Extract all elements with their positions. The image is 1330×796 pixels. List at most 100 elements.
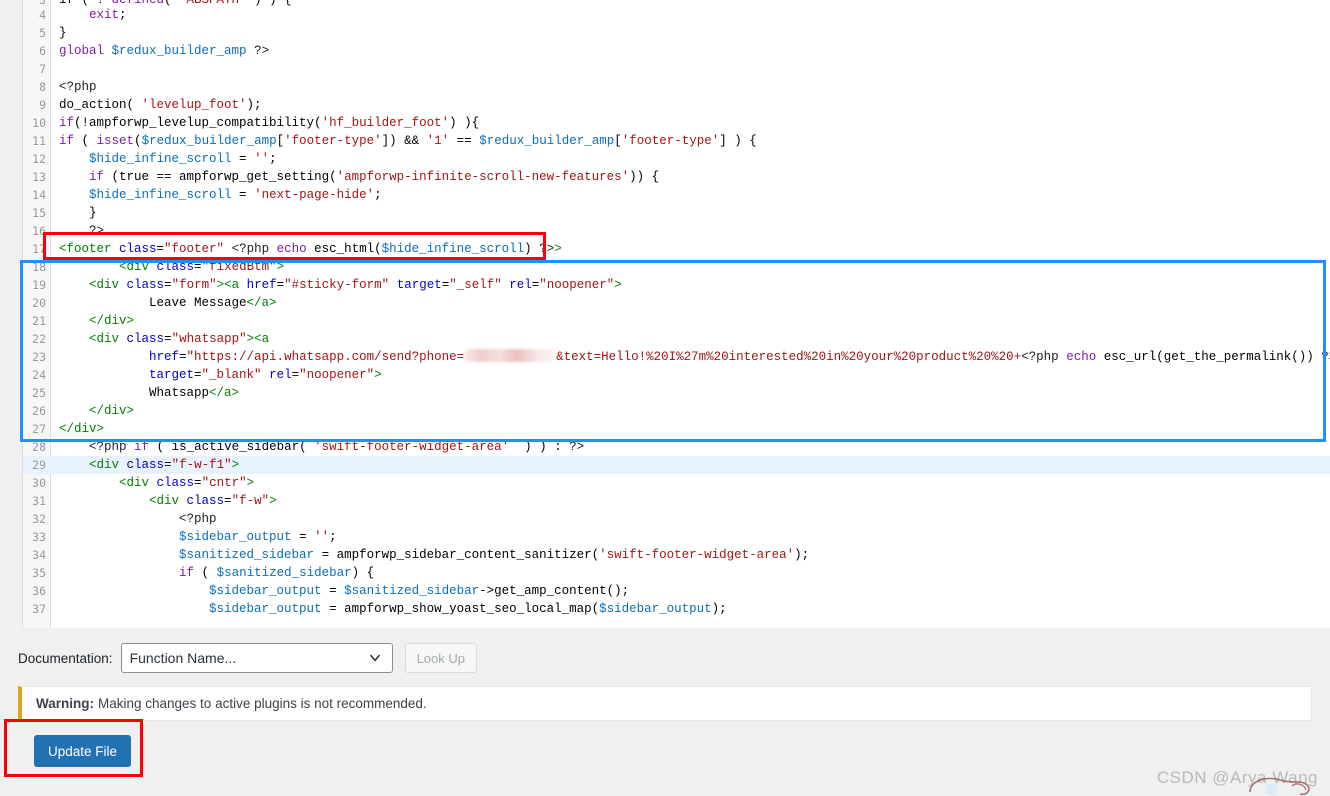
code-line[interactable]: 10 if(!ampforwp_levelup_compatibility('hf…	[23, 114, 1330, 132]
code-line[interactable]: 31 <div class="f-w">	[23, 492, 1330, 510]
code-line[interactable]: 13 if (true == ampforwp_get_setting('amp…	[23, 168, 1330, 186]
code-line[interactable]: 26 </div>	[23, 402, 1330, 420]
submit-area: Update File	[18, 723, 1312, 778]
code-token: =	[194, 260, 202, 274]
line-number: 23	[32, 350, 46, 364]
code-line[interactable]: 9 do_action( 'levelup_foot');	[23, 96, 1330, 114]
code-line-content: ?>	[55, 222, 1330, 240]
code-line[interactable]: 6 global $redux_builder_amp ?>	[23, 42, 1330, 60]
code-token: "noopener"	[299, 368, 375, 382]
code-token: if	[89, 170, 105, 184]
code-line[interactable]: 14 $hide_infine_scroll = 'next-page-hide…	[23, 186, 1330, 204]
code-line-content: if ( $sanitized_sidebar) {	[55, 564, 1330, 582]
redacted-phone-number	[464, 349, 557, 362]
look-up-button[interactable]: Look Up	[404, 643, 477, 673]
code-line-content: </div>	[55, 402, 1330, 420]
code-token: <?php	[179, 512, 217, 526]
line-number: 20	[32, 296, 46, 310]
code-line[interactable]: 24 target="_blank" rel="noopener">	[23, 366, 1330, 384]
code-token: =	[164, 332, 172, 346]
code-line-content: Whatsapp</a>	[55, 384, 1330, 402]
code-line[interactable]: 32 <?php	[23, 510, 1330, 528]
code-line[interactable]: 29 <div class="f-w-f1">	[23, 456, 1330, 474]
code-token: </a>	[246, 296, 277, 310]
code-token: ] ) {	[719, 134, 757, 148]
line-number: 29	[23, 456, 51, 474]
code-token: =	[276, 278, 285, 292]
code-line[interactable]: 27 </div>	[23, 420, 1330, 438]
code-token: Whatsapp	[59, 386, 210, 400]
line-number: 8	[39, 80, 46, 94]
documentation-select-wrapper[interactable]: Function Name...	[120, 643, 393, 673]
code-lines[interactable]: 3 if ( ! defined( 'ABSPATH' ) ) {4 exit; 5…	[23, 0, 1330, 622]
update-file-button[interactable]: Update File	[34, 735, 132, 767]
code-token: 'next-page-hide'	[254, 188, 375, 202]
code-line-content: }	[55, 204, 1330, 222]
code-token: (!ampforwp_levelup_compatibility(	[74, 116, 322, 130]
code-line[interactable]: 30 <div class="cntr">	[23, 474, 1330, 492]
code-token: ( is_active_sidebar(	[149, 440, 315, 454]
line-number: 9	[39, 98, 46, 112]
code-line[interactable]: 7	[23, 60, 1330, 78]
code-line[interactable]: 11 if ( isset($redux_builder_amp['footer-…	[23, 132, 1330, 150]
code-line[interactable]: 12 $hide_infine_scroll = '';	[23, 150, 1330, 168]
code-line[interactable]: 15 }	[23, 204, 1330, 222]
code-token: $redux_builder_amp	[111, 44, 247, 58]
code-token: <div	[89, 458, 127, 472]
code-line[interactable]: 16 ?>	[23, 222, 1330, 240]
code-line[interactable]: 34 $sanitized_sidebar = ampforwp_sidebar…	[23, 546, 1330, 564]
code-line[interactable]: 19 <div class="form"><a href="#sticky-fo…	[23, 276, 1330, 294]
code-line[interactable]: 28 <?php if ( is_active_sidebar( 'swift-…	[23, 438, 1330, 456]
code-token: <div	[119, 260, 157, 274]
code-token: }	[59, 206, 97, 220]
code-line[interactable]: 5}	[23, 24, 1330, 42]
code-line-content: href="https://api.whatsapp.com/send?phon…	[55, 348, 1330, 366]
code-token: "noopener"	[539, 278, 615, 292]
code-line[interactable]: 36 $sidebar_output = $sanitized_sidebar-…	[23, 582, 1330, 600]
code-token: 'footer-type'	[621, 134, 720, 148]
code-line-content: if(!ampforwp_levelup_compatibility('hf_b…	[55, 114, 1330, 132]
code-token: );	[711, 602, 727, 616]
code-token: ?>	[539, 242, 555, 256]
code-token: =	[321, 584, 345, 598]
plugin-file-editor[interactable]: 3 if ( ! defined( 'ABSPATH' ) ) {4 exit; 5…	[22, 0, 1330, 628]
code-token: href	[149, 350, 180, 364]
code-line[interactable]: 25 Whatsapp</a>	[23, 384, 1330, 402]
code-line[interactable]: 8 <?php	[23, 78, 1330, 96]
code-token: =	[291, 368, 300, 382]
documentation-function-select[interactable]: Function Name...	[120, 643, 393, 673]
code-line-content: $sanitized_sidebar = ampforwp_sidebar_co…	[55, 546, 1330, 564]
code-line[interactable]: 22 <div class="whatsapp"><a	[23, 330, 1330, 348]
code-line[interactable]: 18 <div class="fixedBtm">	[23, 258, 1330, 276]
code-token: "_blank"	[201, 368, 262, 382]
code-token: (	[194, 566, 217, 580]
code-line[interactable]: 21 </div>	[23, 312, 1330, 330]
code-token: [	[276, 134, 285, 148]
code-line[interactable]: 23 href="https://api.whatsapp.com/send?p…	[23, 348, 1330, 366]
code-line-content: $sidebar_output = '';	[55, 528, 1330, 546]
code-token: $sidebar_output	[599, 602, 712, 616]
code-line[interactable]: 4 exit;	[23, 6, 1330, 24]
code-token: if	[59, 116, 75, 130]
code-line[interactable]: 20 Leave Message</a>	[23, 294, 1330, 312]
code-token: isset	[96, 134, 135, 148]
code-token: do_action(	[59, 98, 142, 112]
code-line-content: <div class="form"><a href="#sticky-form"…	[55, 276, 1330, 294]
code-line-content: <div class="cntr">	[55, 474, 1330, 492]
code-token: ;	[374, 188, 382, 202]
code-token: "fixedBtm"	[201, 260, 277, 274]
code-line[interactable]: 33 $sidebar_output = '';	[23, 528, 1330, 546]
code-token: "form"	[171, 278, 217, 292]
code-token: <?php	[89, 440, 127, 454]
code-line[interactable]: 37 $sidebar_output = ampforwp_show_yoast…	[23, 600, 1330, 618]
code-token: >	[554, 242, 562, 256]
line-number: 22	[32, 332, 46, 346]
code-line[interactable]: 17 <footer class="footer" <?php echo esc_…	[23, 240, 1330, 258]
code-line-content: do_action( 'levelup_foot');	[55, 96, 1330, 114]
code-line[interactable]: 35 if ( $sanitized_sidebar) {	[23, 564, 1330, 582]
line-number: 16	[32, 224, 46, 238]
